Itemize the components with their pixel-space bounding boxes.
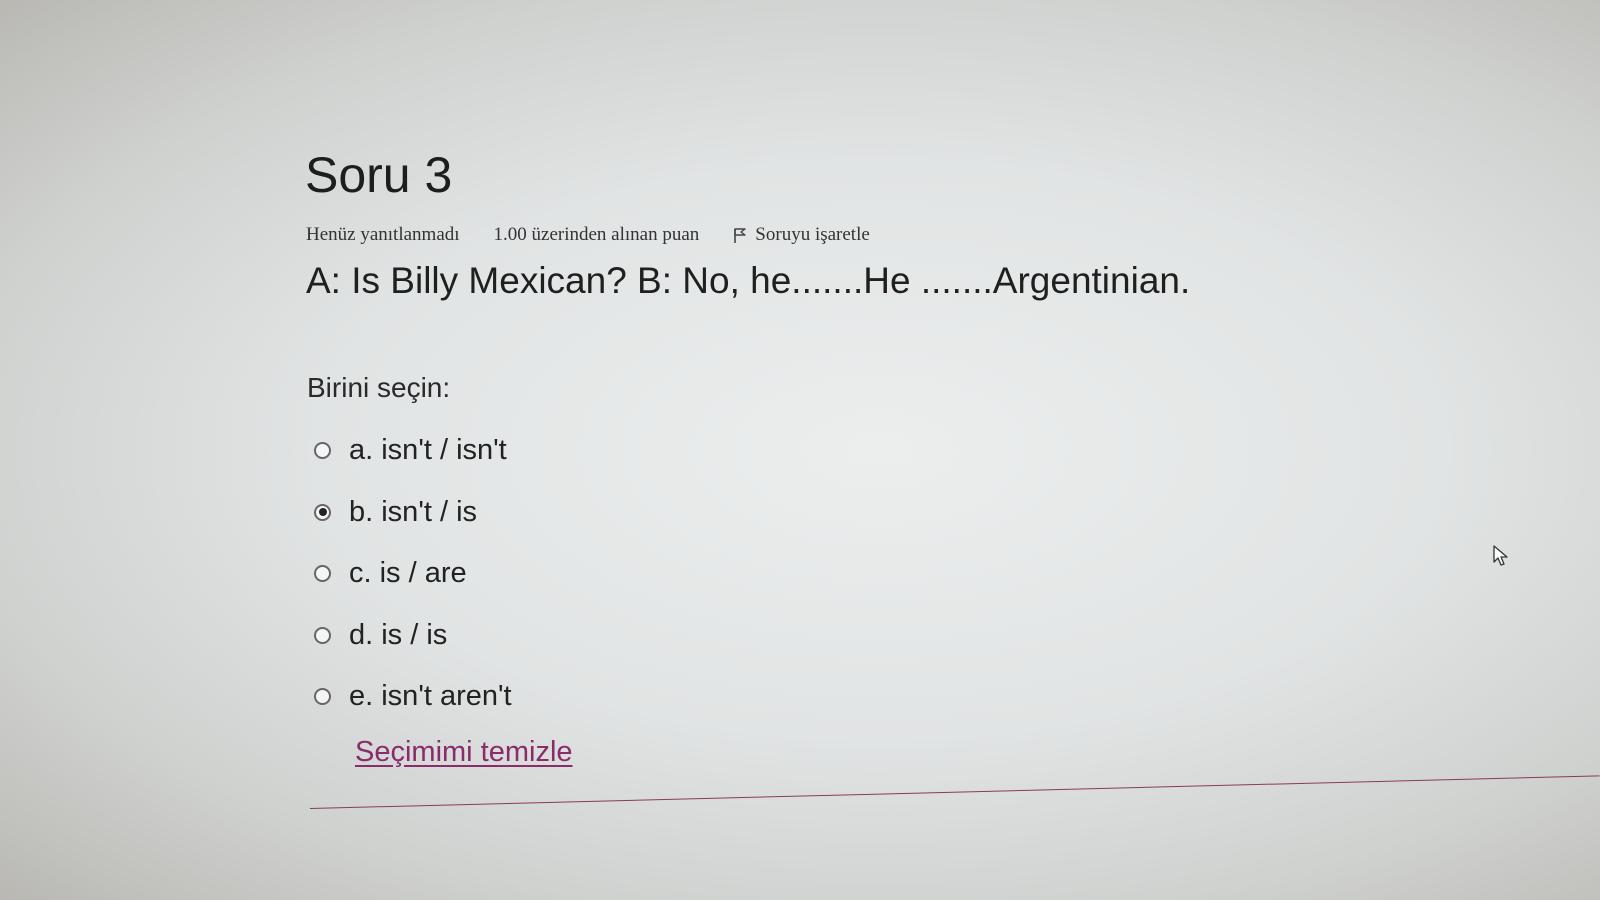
- question-info: Henüz yanıtlanmadı 1.00 üzerinden alınan…: [306, 224, 870, 246]
- option-label: d. is / is: [349, 618, 448, 651]
- divider: [309, 775, 1600, 809]
- clear-selection-link[interactable]: Seçimimi temizle: [355, 736, 573, 769]
- question-status: Henüz yanıtlanmadı: [306, 224, 460, 245]
- option-d[interactable]: d. is / is: [314, 605, 512, 667]
- flag-question-link[interactable]: Soruyu işaretle: [733, 224, 870, 246]
- radio-button[interactable]: [314, 442, 331, 460]
- mouse-pointer-icon: [1493, 545, 1508, 566]
- question-grade: 1.00 üzerinden alınan puan: [493, 224, 700, 245]
- option-e[interactable]: e. isn't aren't: [314, 666, 512, 728]
- radio-button[interactable]: [314, 626, 331, 644]
- flag-icon: [734, 228, 746, 243]
- quiz-page: Soru 3 Henüz yanıtlanmadı 1.00 üzerinden…: [0, 0, 1600, 900]
- question-title: Soru 3: [305, 147, 453, 203]
- option-b[interactable]: b. isn't / is: [314, 482, 512, 544]
- answer-prompt: Birini seçin:: [307, 372, 451, 403]
- radio-button[interactable]: [314, 565, 331, 583]
- option-label: c. is / are: [349, 557, 467, 590]
- flag-label: Soruyu işaretle: [755, 224, 870, 245]
- option-c[interactable]: c. is / are: [314, 543, 512, 605]
- option-a[interactable]: a. isn't / isn't: [314, 420, 512, 482]
- answer-options: a. isn't / isn't b. isn't / is c. is / a…: [314, 420, 512, 728]
- option-label: b. isn't / is: [349, 495, 478, 528]
- option-label: e. isn't aren't: [349, 680, 512, 713]
- question-text: A: Is Billy Mexican? B: No, he.......He …: [306, 260, 1191, 301]
- radio-button[interactable]: [314, 503, 331, 521]
- option-label: a. isn't / isn't: [349, 434, 507, 467]
- radio-button[interactable]: [314, 688, 331, 706]
